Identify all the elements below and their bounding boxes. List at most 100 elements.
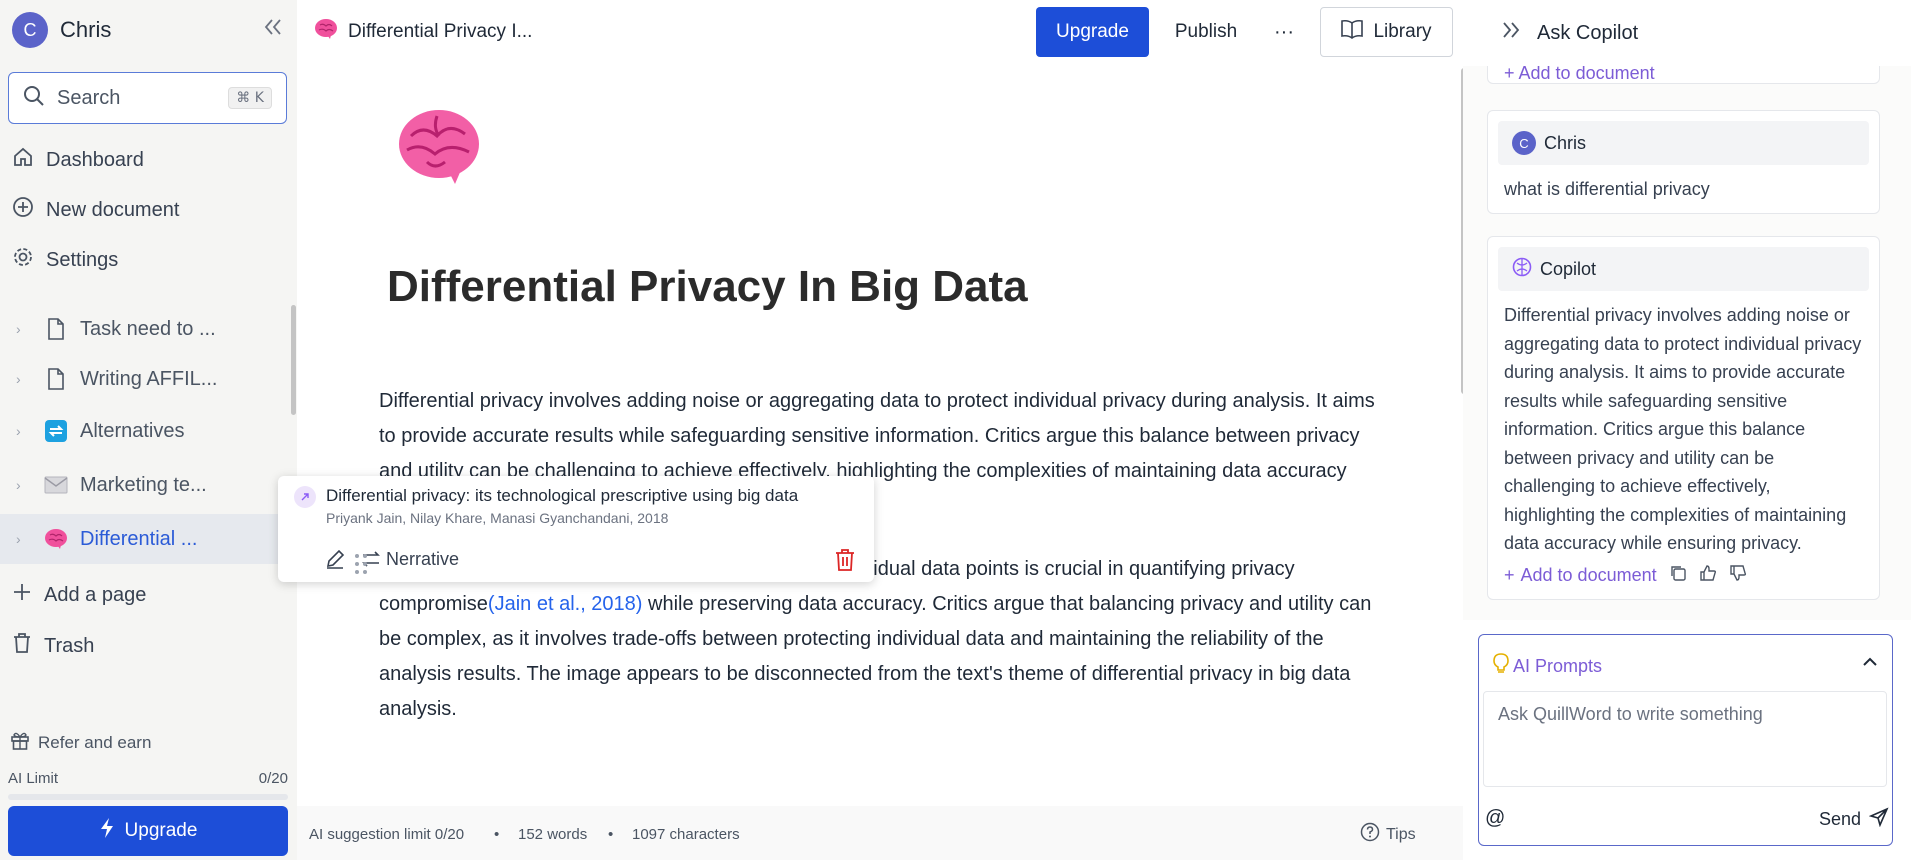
- user-message-card: C Chris what is differential privacy: [1487, 110, 1880, 214]
- thumbs-down-icon[interactable]: [1729, 564, 1747, 587]
- add-to-document-button[interactable]: + Add to document: [1504, 565, 1657, 586]
- brain-icon: [314, 18, 338, 46]
- tree-item-label: Alternatives: [80, 419, 185, 442]
- document-icon: [42, 365, 70, 393]
- gift-icon: [10, 730, 30, 755]
- sync-icon: [42, 417, 70, 445]
- citation-title[interactable]: Differential privacy: its technological …: [326, 486, 798, 506]
- app-window: C Chris Search ⌘ K Dashboard New documen…: [0, 0, 1911, 860]
- ai-prompts-box: AI Prompts Ask QuillWord to write someth…: [1478, 634, 1893, 846]
- brain-icon[interactable]: [397, 106, 481, 191]
- status-bar: AI suggestion limit 0/20 • 152 words • 1…: [297, 806, 1463, 860]
- chevron-up-icon[interactable]: [1861, 653, 1881, 673]
- plus-icon: [12, 582, 32, 608]
- copy-icon[interactable]: [1669, 564, 1687, 587]
- send-icon: [1868, 807, 1889, 832]
- word-count: 152 words: [518, 826, 588, 843]
- avatar: C: [1512, 131, 1536, 155]
- search-icon: [23, 85, 45, 112]
- plus-circle-icon: [12, 196, 34, 224]
- refer-and-earn-link[interactable]: Refer and earn: [10, 730, 151, 755]
- citation-style-toggle[interactable]: Nerrative: [386, 549, 459, 570]
- character-count: 1097 characters: [632, 826, 740, 843]
- prompt-input[interactable]: Ask QuillWord to write something: [1483, 691, 1887, 787]
- tips-button[interactable]: Tips: [1360, 822, 1416, 847]
- nav-dashboard-label: Dashboard: [46, 148, 144, 171]
- gear-icon: [12, 246, 34, 274]
- send-label: Send: [1819, 809, 1862, 829]
- expand-panel-icon[interactable]: [1501, 21, 1521, 45]
- send-button[interactable]: Send: [1819, 807, 1889, 832]
- document-editor[interactable]: Differential Privacy In Big Data Differe…: [297, 66, 1463, 806]
- user-menu[interactable]: C Chris: [12, 12, 111, 48]
- add-to-document-button[interactable]: + Add to document: [1504, 66, 1655, 84]
- upgrade-button[interactable]: Upgrade: [1036, 7, 1149, 57]
- copilot-message-card: Copilot Differential privacy involves ad…: [1487, 236, 1880, 600]
- paper-icon: [294, 486, 316, 508]
- sidebar-scrollbar[interactable]: [291, 305, 296, 415]
- library-button[interactable]: Library: [1320, 7, 1453, 57]
- chevron-right-icon[interactable]: ›: [16, 371, 30, 387]
- tree-item-differential[interactable]: › Differential ...: [0, 514, 297, 564]
- search-input[interactable]: Search ⌘ K: [8, 72, 287, 124]
- edit-icon[interactable]: [324, 548, 348, 572]
- tree-item-marketing[interactable]: › Marketing te...: [0, 460, 297, 510]
- lightning-icon: [99, 817, 115, 845]
- collapse-sidebar-icon[interactable]: [260, 14, 286, 40]
- ai-limit: AI Limit 0/20: [8, 770, 288, 787]
- nav-settings[interactable]: Settings: [12, 246, 118, 274]
- refer-label: Refer and earn: [38, 732, 152, 752]
- book-open-icon: [1341, 19, 1364, 45]
- nav-new-document-label: New document: [46, 198, 180, 221]
- chevron-right-icon[interactable]: ›: [16, 477, 30, 493]
- message-actions: + Add to document: [1488, 558, 1879, 599]
- tips-label: Tips: [1386, 825, 1416, 843]
- thumbs-up-icon[interactable]: [1699, 564, 1717, 587]
- tree-item-label: Differential ...: [80, 527, 198, 550]
- tree-item-task[interactable]: › Task need to ...: [0, 304, 297, 354]
- avatar: C: [12, 12, 48, 48]
- library-label: Library: [1373, 21, 1432, 42]
- search-shortcut: ⌘ K: [228, 87, 272, 109]
- sidebar-upgrade-button[interactable]: Upgrade: [8, 806, 288, 856]
- trash-icon[interactable]: [834, 548, 856, 577]
- copilot-message-text: Differential privacy involves adding noi…: [1504, 305, 1862, 553]
- nav-settings-label: Settings: [46, 248, 119, 271]
- chevron-right-icon[interactable]: ›: [16, 531, 30, 547]
- ai-prompts-toggle[interactable]: AI Prompts: [1493, 653, 1602, 680]
- chevron-right-icon[interactable]: ›: [16, 321, 30, 337]
- nav-dashboard[interactable]: Dashboard: [12, 146, 144, 174]
- user-message-text: what is differential privacy: [1504, 179, 1710, 199]
- lightbulb-icon: [1493, 653, 1509, 680]
- tree-item-writing[interactable]: › Writing AFFIL...: [0, 354, 297, 404]
- user-message-name: Chris: [1544, 132, 1587, 153]
- search-label: Search: [57, 86, 121, 109]
- document-title[interactable]: Differential Privacy In Big Data: [387, 262, 1028, 312]
- document-tab[interactable]: Differential Privacy I...: [314, 18, 532, 46]
- trash-button[interactable]: Trash: [12, 632, 94, 660]
- user-message-header: C Chris: [1498, 121, 1869, 165]
- chevron-right-icon[interactable]: ›: [16, 423, 30, 439]
- brain-icon: [42, 525, 70, 553]
- nav-new-document[interactable]: New document: [12, 196, 179, 224]
- ai-limit-value: 0/20: [258, 770, 288, 787]
- tree-item-alternatives[interactable]: › Alternatives: [0, 406, 297, 456]
- add-page-button[interactable]: Add a page: [12, 582, 146, 608]
- sidebar: C Chris Search ⌘ K Dashboard New documen…: [0, 0, 297, 860]
- trash-label: Trash: [44, 634, 95, 657]
- add-page-label: Add a page: [44, 583, 147, 606]
- drag-handle-icon[interactable]: [354, 553, 368, 575]
- more-options-icon[interactable]: ···: [1262, 14, 1306, 50]
- home-icon: [12, 146, 34, 174]
- ai-prompts-label: AI Prompts: [1513, 656, 1603, 676]
- copilot-message-name: Copilot: [1540, 258, 1597, 279]
- citation-link[interactable]: (Jain et al., 2018): [488, 593, 643, 615]
- separator-dot: •: [494, 826, 500, 843]
- trash-icon: [12, 632, 32, 660]
- publish-button[interactable]: Publish: [1160, 7, 1252, 57]
- copilot-panel: Ask Copilot + Add to document C Chris wh…: [1463, 0, 1911, 860]
- user-name: Chris: [60, 17, 112, 42]
- tree-item-label: Marketing te...: [80, 473, 207, 496]
- mention-button[interactable]: @: [1485, 807, 1505, 830]
- chat-history[interactable]: + Add to document C Chris what is differ…: [1463, 66, 1911, 620]
